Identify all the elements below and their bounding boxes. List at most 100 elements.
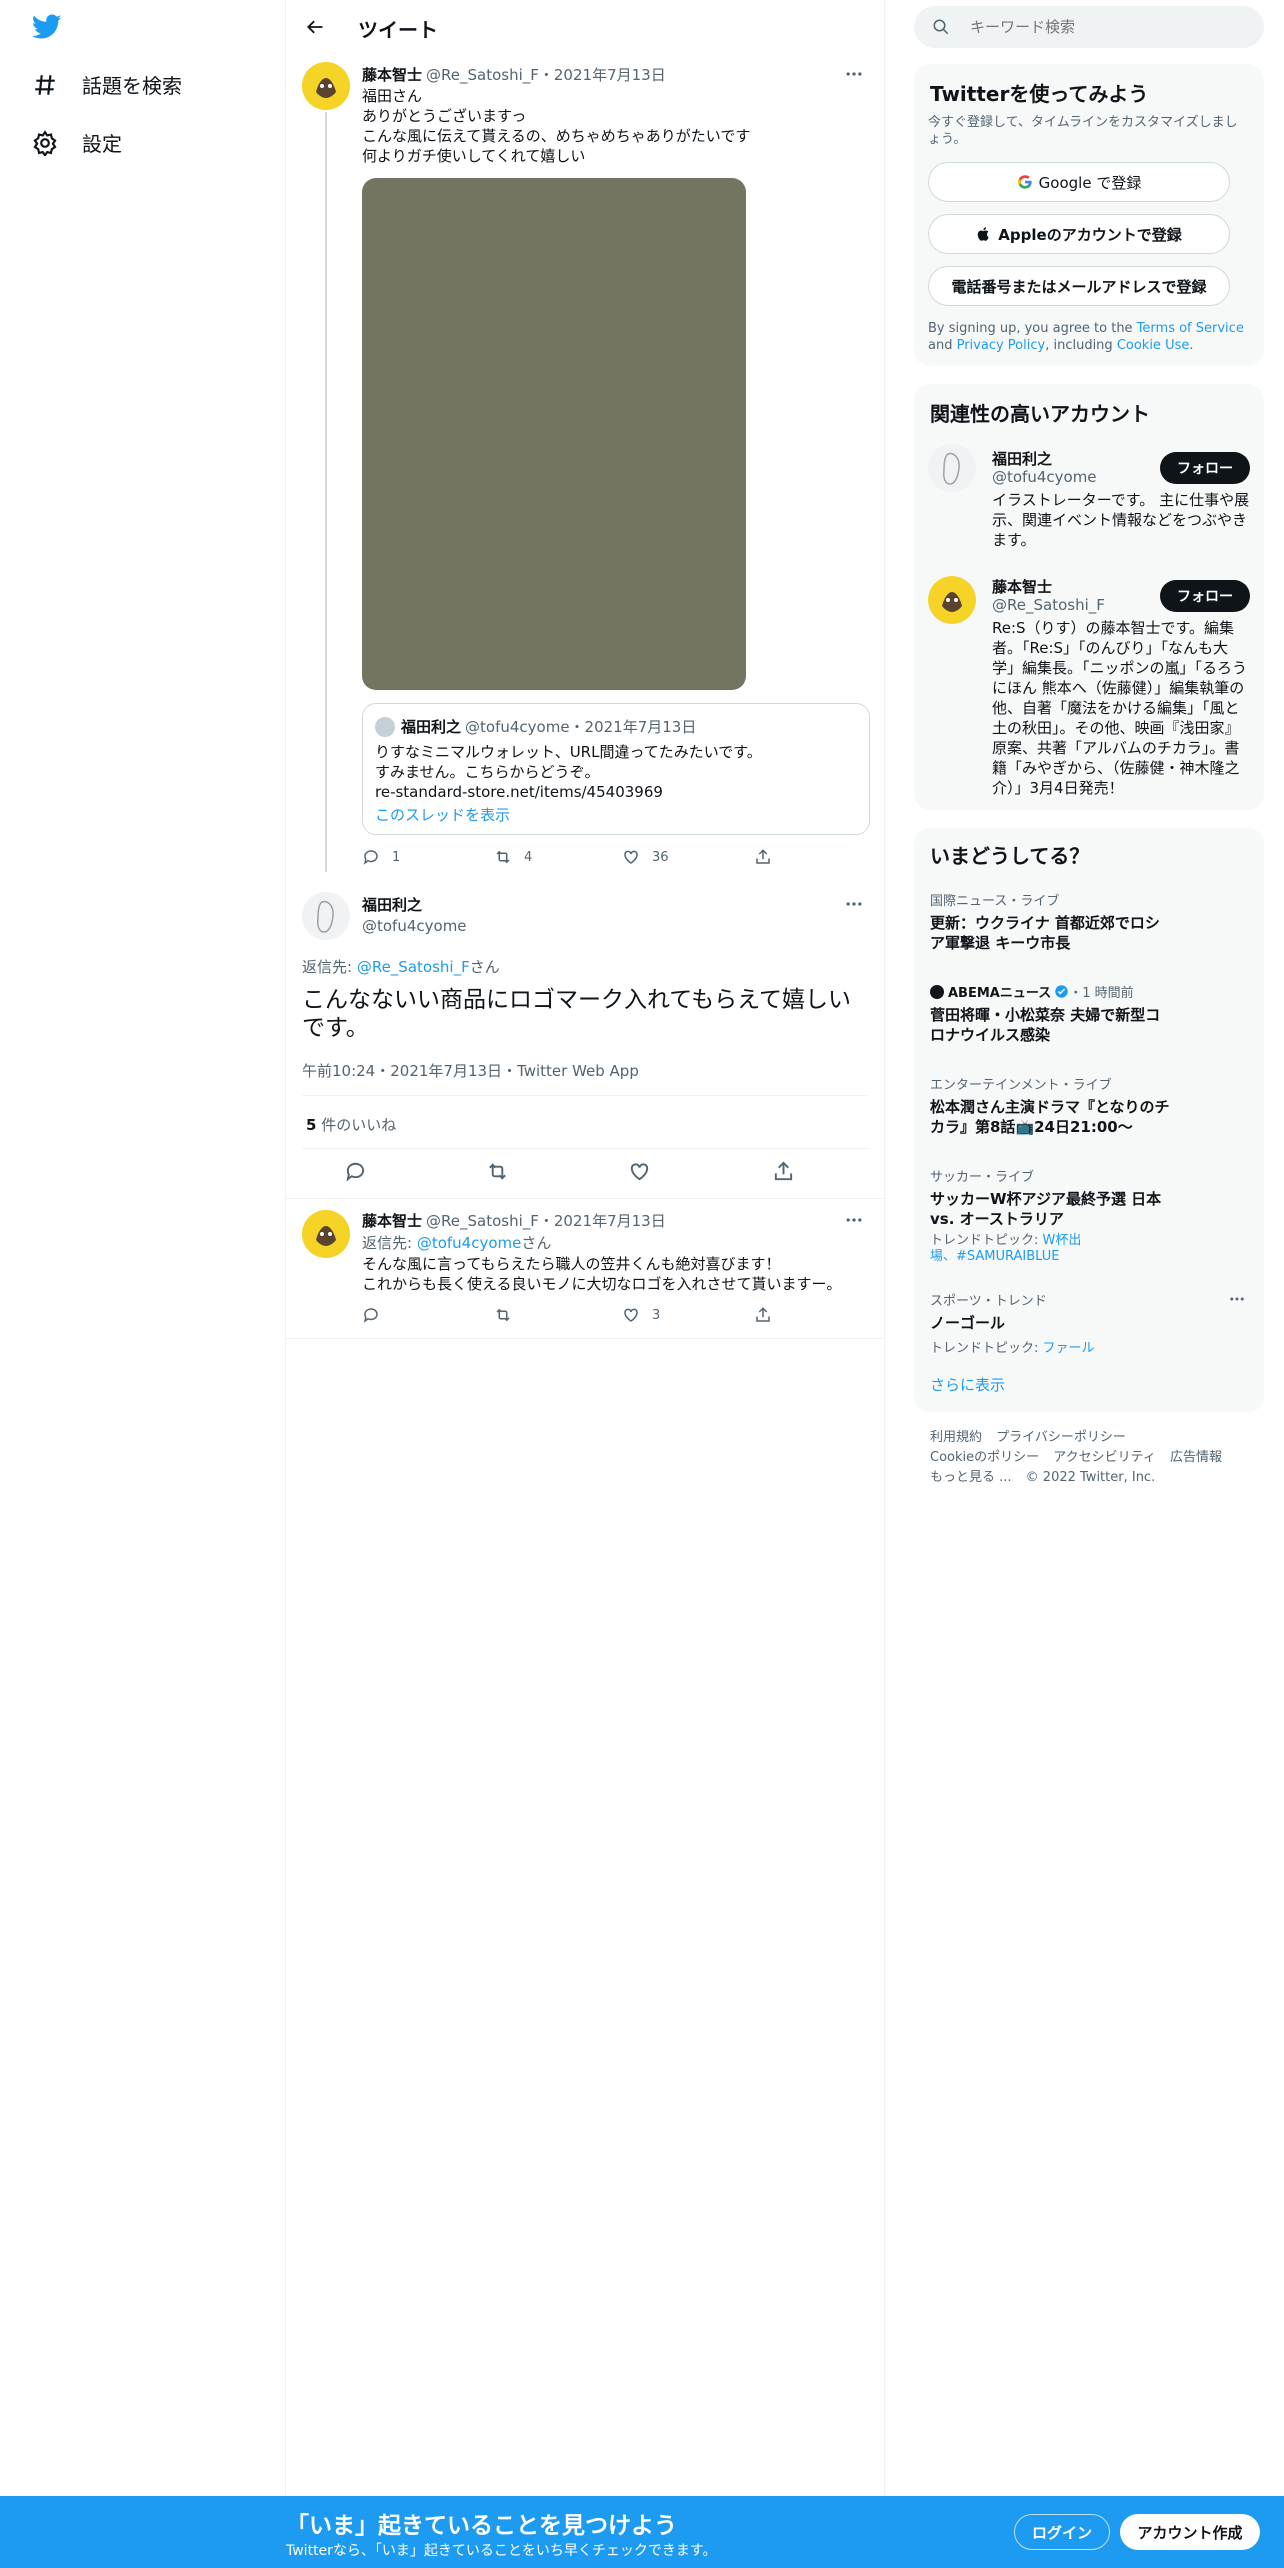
more-icon[interactable] xyxy=(1228,1290,1246,1312)
account-handle[interactable]: @Re_Satoshi_F xyxy=(992,596,1105,614)
login-button[interactable]: ログイン xyxy=(1014,2514,1110,2550)
login-label: ログイン xyxy=(1031,2523,1092,2542)
trend-title: ノーゴール xyxy=(930,1314,1006,1332)
avatar[interactable] xyxy=(302,1210,350,1258)
like-button[interactable]: 3 xyxy=(622,1306,660,1324)
bottom-bar-title: 「いま」起きていることを見つけよう xyxy=(286,2513,677,2539)
author-name[interactable]: 福田利之 xyxy=(362,894,467,915)
author-handle[interactable]: @Re_Satoshi_F xyxy=(426,66,539,84)
twitter-logo-icon[interactable] xyxy=(31,14,62,44)
trend-category: スポーツ・トレンド xyxy=(930,1294,1047,1309)
retweet-icon xyxy=(496,850,510,864)
quoted-line: りすなミニマルウォレット、URL間違ってたみたいです。 xyxy=(375,743,762,761)
quoted-author-row: 福田利之 @tofu4cyome ・2021年7月13日 xyxy=(375,716,696,737)
share-button[interactable] xyxy=(754,848,784,866)
reply-to-link[interactable]: @Re_Satoshi_F xyxy=(357,958,470,976)
phone-email-signup-button[interactable]: 電話番号またはメールアドレスで登録 xyxy=(928,266,1230,306)
trend-item[interactable]: ABEMAニュース ・1 時間前 菅田将暉・小松菜奈 夫婦で新型コロナウイルス感… xyxy=(930,982,1170,1045)
search-input[interactable] xyxy=(968,17,1232,37)
author-name[interactable]: 藤本智士 xyxy=(362,64,422,85)
retweet-button[interactable]: 4 xyxy=(494,848,532,866)
tweet-line: こんな風に伝えて貰えるの、めちゃめちゃありがたいです xyxy=(362,127,751,145)
trend-item[interactable]: 国際ニュース・ライブ 更新：ウクライナ 首都近郊でロシア軍撃退 キーウ市長 xyxy=(930,890,1170,953)
author-handle[interactable]: @Re_Satoshi_F xyxy=(426,1212,539,1230)
search-box[interactable] xyxy=(914,6,1264,48)
footer-link[interactable]: 広告情報 xyxy=(1170,1450,1222,1465)
footer-link[interactable]: 利用規約 xyxy=(930,1430,982,1445)
tweet-date[interactable]: ・2021年7月13日 xyxy=(539,1210,666,1231)
heart-icon[interactable] xyxy=(628,1160,651,1183)
tweet-line: 福田さん xyxy=(362,87,423,105)
trend-item[interactable]: エンターテインメント・ライブ 松本潤さん主演ドラマ『となりのチカラ』第8話📺24… xyxy=(930,1074,1170,1137)
tweet-author-row: 藤本智士 @Re_Satoshi_F ・2021年7月13日 xyxy=(362,64,872,85)
tweet-date[interactable]: ・2021年7月13日 xyxy=(539,64,666,85)
footer-more-link[interactable]: もっと見る ... xyxy=(930,1470,1012,1485)
footer-link[interactable]: Cookieのポリシー xyxy=(930,1450,1039,1465)
avatar[interactable] xyxy=(302,62,350,110)
google-signup-button[interactable]: Google で登録 xyxy=(928,162,1230,202)
tweet-media-image[interactable] xyxy=(362,178,746,690)
reply-icon[interactable] xyxy=(344,1160,367,1183)
share-button[interactable] xyxy=(754,1306,784,1324)
reply-to-link[interactable]: @tofu4cyome xyxy=(417,1234,522,1252)
account-name[interactable]: 藤本智士 xyxy=(992,576,1052,597)
back-arrow-icon[interactable] xyxy=(300,12,330,42)
retweet-button[interactable] xyxy=(494,1306,524,1324)
terms-of-service-link[interactable]: Terms of Service xyxy=(1137,321,1244,336)
more-icon[interactable] xyxy=(844,894,864,918)
signup-button[interactable]: アカウント作成 xyxy=(1120,2514,1260,2550)
avatar[interactable] xyxy=(302,892,350,940)
trend-topic-link[interactable]: ファール xyxy=(1043,1341,1095,1356)
reply-button[interactable] xyxy=(362,1306,392,1324)
tweet-line: そんな風に言ってもらえたら職人の笠井くんも絶対喜びます！ xyxy=(362,1255,781,1273)
gear-icon xyxy=(33,129,57,156)
reply-count: 1 xyxy=(392,849,401,865)
share-icon xyxy=(756,1307,770,1322)
trend-item[interactable]: スポーツ・トレンド ノーゴール トレンドトピック: ファール xyxy=(930,1290,1170,1356)
privacy-policy-link[interactable]: Privacy Policy xyxy=(957,338,1046,353)
reply-button[interactable]: 1 xyxy=(362,848,400,866)
phone-email-signup-label: 電話番号またはメールアドレスで登録 xyxy=(951,277,1207,296)
share-icon[interactable] xyxy=(772,1160,795,1183)
like-button[interactable]: 36 xyxy=(622,848,669,866)
retweet-icon[interactable] xyxy=(486,1160,509,1183)
quoted-author-name: 福田利之 xyxy=(401,718,462,736)
footer-link[interactable]: アクセシビリティ xyxy=(1053,1450,1156,1465)
tweet-line: これからも長く使える良いモノに大切なロゴを入れさせて貰いますー。 xyxy=(362,1275,842,1293)
follow-button[interactable]: フォロー xyxy=(1160,452,1250,484)
author-handle[interactable]: @tofu4cyome xyxy=(362,917,467,935)
cookie-use-link[interactable]: Cookie Use xyxy=(1117,338,1190,353)
apple-icon xyxy=(978,227,989,241)
avatar[interactable] xyxy=(928,576,976,624)
account-handle[interactable]: @tofu4cyome xyxy=(992,468,1097,486)
trend-item[interactable]: サッカー・ライブ サッカーW杯アジア最終予選 日本 vs. オーストラリア トレ… xyxy=(930,1166,1170,1265)
more-icon[interactable] xyxy=(844,64,864,88)
tweet-timestamp[interactable]: 午前10:24・2021年7月13日・Twitter Web App xyxy=(302,1060,639,1081)
quoted-tweet[interactable]: 福田利之 @tofu4cyome ・2021年7月13日 りすなミニマルウォレッ… xyxy=(362,703,870,835)
divider xyxy=(302,1148,868,1149)
trends-card: いまどうしてる？ 国際ニュース・ライブ 更新：ウクライナ 首都近郊でロシア軍撃退… xyxy=(914,828,1264,1412)
retweet-count: 4 xyxy=(524,849,533,865)
follow-button[interactable]: フォロー xyxy=(1160,580,1250,612)
abema-logo-icon xyxy=(930,984,944,999)
apple-signup-button[interactable]: Appleのアカウントで登録 xyxy=(928,214,1230,254)
copyright: © 2022 Twitter, Inc. xyxy=(1025,1470,1156,1485)
thread-line xyxy=(325,112,327,872)
nav-settings[interactable]: 設定 xyxy=(32,128,122,157)
likes-summary[interactable]: 5 件のいいね xyxy=(306,1114,396,1135)
more-icon[interactable] xyxy=(844,1210,864,1234)
google-signup-label: Google で登録 xyxy=(1038,173,1142,192)
show-more-link[interactable]: さらに表示 xyxy=(930,1374,1005,1395)
quoted-line: すみません。こちらからどうぞ。 xyxy=(375,763,600,781)
avatar[interactable] xyxy=(928,444,976,492)
tweet-line: 何よりガチ使いしてくれて嬉しい xyxy=(362,147,586,165)
follow-label: フォロー xyxy=(1177,461,1233,477)
left-sidebar: 話題を検索 設定 xyxy=(0,0,286,2500)
account-name[interactable]: 福田利之 xyxy=(992,448,1052,469)
author-name[interactable]: 藤本智士 xyxy=(362,1210,422,1231)
footer-link[interactable]: プライバシーポリシー xyxy=(996,1430,1126,1445)
apple-signup-label: Appleのアカウントで登録 xyxy=(998,225,1182,244)
bottom-signup-bar: 「いま」起きていることを見つけよう Twitterなら、「いま」起きていることを… xyxy=(0,2496,1284,2568)
show-thread-link[interactable]: このスレッドを表示 xyxy=(375,804,510,825)
nav-explore[interactable]: 話題を検索 xyxy=(32,70,182,99)
